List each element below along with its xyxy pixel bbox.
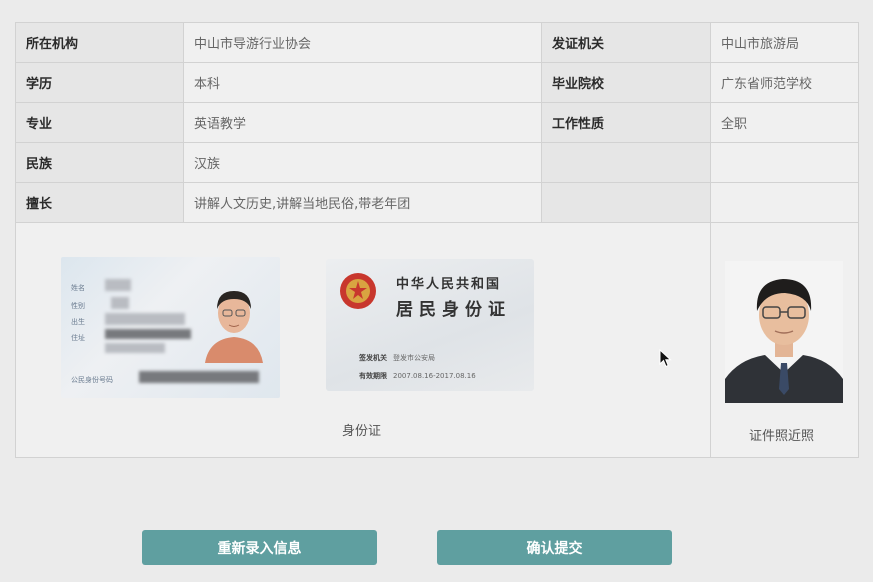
id-field-label: 出生 <box>71 318 85 326</box>
table-row: 擅长 讲解人文历史,讲解当地民俗,带老年团 <box>15 182 859 223</box>
table-row: 民族 汉族 <box>15 142 859 183</box>
id-card-back-image: 中华人民共和国 居民身份证 签发机关 登发市公安局 有效期限 2007.08.16-… <box>326 259 534 391</box>
reenter-info-button[interactable]: 重新录入信息 <box>142 530 377 565</box>
id-card-cell: 姓名 性别 出生 住址 公民身份号码 中华人民共和国 居民身份证 签发机关 登发… <box>15 222 711 458</box>
id-validity-value: 2007.08.16-2017.08.16 <box>393 372 476 380</box>
id-field-label: 住址 <box>71 334 85 342</box>
blurred-text <box>105 279 131 291</box>
label-issuing-authority: 发证机关 <box>541 22 711 63</box>
mouse-cursor-icon <box>659 349 672 368</box>
blurred-text <box>105 343 165 353</box>
id-field-label: 姓名 <box>71 284 85 292</box>
portrait-image <box>725 279 843 403</box>
value-school: 广东省师范学校 <box>710 62 859 103</box>
id-authority-value: 登发市公安局 <box>393 354 435 362</box>
label-school: 毕业院校 <box>541 62 711 103</box>
value-ethnicity: 汉族 <box>183 142 542 183</box>
empty-cell <box>710 142 859 183</box>
blurred-text <box>111 297 129 309</box>
info-table: 所在机构 中山市导游行业协会 发证机关 中山市旅游局 学历 本科 毕业院校 广东… <box>15 22 859 458</box>
photo-row: 姓名 性别 出生 住址 公民身份号码 中华人民共和国 居民身份证 签发机关 登发… <box>15 222 859 458</box>
id-card-front-image: 姓名 性别 出生 住址 公民身份号码 <box>61 257 280 398</box>
id-authority-row: 签发机关 登发市公安局 <box>359 353 435 363</box>
label-specialty: 擅长 <box>15 182 184 223</box>
value-issuing-authority: 中山市旅游局 <box>710 22 859 63</box>
label-education: 学历 <box>15 62 184 103</box>
blurred-text <box>105 329 191 339</box>
portrait-photo <box>725 261 843 403</box>
portrait-cell: 证件照近照 <box>710 222 859 458</box>
id-field-label: 性别 <box>71 302 85 310</box>
value-institution: 中山市导游行业协会 <box>183 22 542 63</box>
blurred-text <box>105 313 185 325</box>
id-number-label: 公民身份号码 <box>71 376 113 384</box>
table-row: 学历 本科 毕业院校 广东省师范学校 <box>15 62 859 103</box>
national-emblem-icon <box>340 273 376 309</box>
value-work-type: 全职 <box>710 102 859 143</box>
id-card-face-photo <box>205 291 263 363</box>
empty-cell <box>541 142 711 183</box>
id-card-country: 中华人民共和国 <box>396 277 502 292</box>
value-specialty: 讲解人文历史,讲解当地民俗,带老年团 <box>183 182 542 223</box>
label-institution: 所在机构 <box>15 22 184 63</box>
confirm-submit-button[interactable]: 确认提交 <box>437 530 672 565</box>
id-card-caption: 身份证 <box>342 424 382 439</box>
label-ethnicity: 民族 <box>15 142 184 183</box>
value-education: 本科 <box>183 62 542 103</box>
table-row: 所在机构 中山市导游行业协会 发证机关 中山市旅游局 <box>15 22 859 63</box>
id-card-title: 居民身份证 <box>396 300 511 320</box>
portrait-caption: 证件照近照 <box>749 429 815 444</box>
table-row: 专业 英语教学 工作性质 全职 <box>15 102 859 143</box>
value-major: 英语教学 <box>183 102 542 143</box>
id-authority-label: 签发机关 <box>359 354 387 362</box>
label-work-type: 工作性质 <box>541 102 711 143</box>
id-validity-row: 有效期限 2007.08.16-2017.08.16 <box>359 371 476 381</box>
empty-cell <box>541 182 711 223</box>
label-major: 专业 <box>15 102 184 143</box>
empty-cell <box>710 182 859 223</box>
blurred-id-number <box>139 371 259 383</box>
id-validity-label: 有效期限 <box>359 372 387 380</box>
